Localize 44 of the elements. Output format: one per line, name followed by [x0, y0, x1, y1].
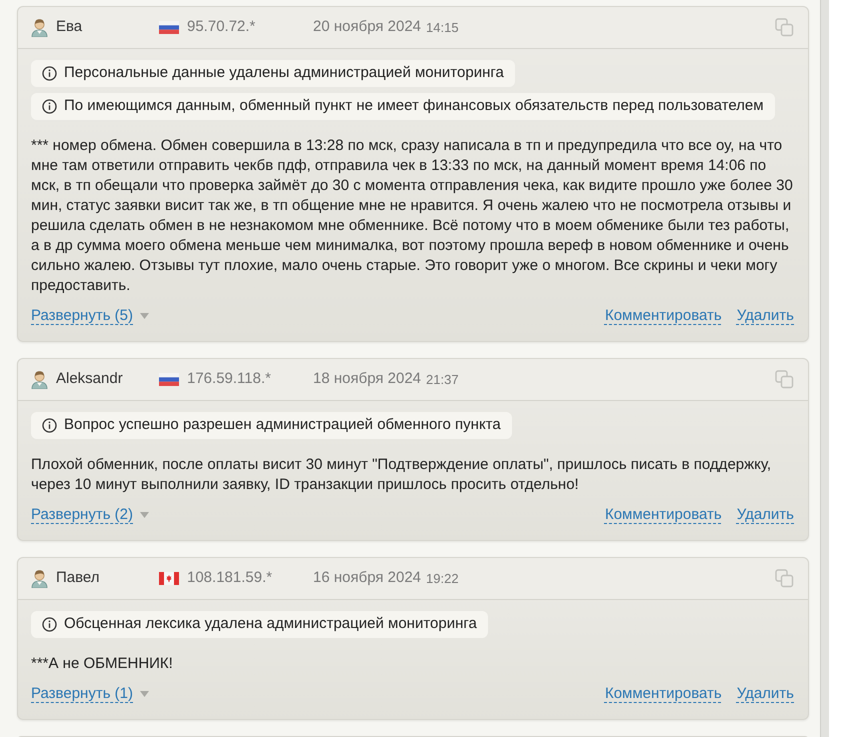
info-icon: [42, 617, 57, 632]
ip-address: 176.59.118.*: [187, 369, 271, 390]
ip-address: 108.181.59.*: [187, 568, 272, 588]
info-icon: [42, 418, 57, 433]
flag-icon: [159, 373, 179, 386]
action-link[interactable]: Удалить: [736, 684, 794, 704]
copy-icon[interactable]: [775, 18, 794, 37]
user-avatar-icon: [31, 370, 48, 389]
review-date: 18 ноября 2024: [313, 369, 422, 390]
notice-text: Персональные данные удалены администрацией мониторинга: [64, 63, 504, 84]
author-name: Ева: [56, 17, 82, 38]
review-text: Плохой обменник, после оплаты висит 30 минут "Подтверждение оплаты", пришлось писать в поддержку, через 10 минут выполнили заявку, ID транзакции пришлось просить отдельно!: [31, 455, 772, 495]
flag-icon: [159, 21, 179, 34]
expand-link[interactable]: Развернуть (1): [31, 684, 134, 704]
expand-link[interactable]: Развернуть (2): [31, 505, 134, 525]
author-name: Павел: [56, 568, 100, 588]
action-link[interactable]: Комментировать: [604, 306, 722, 326]
review-date: 16 ноября 2024: [313, 568, 422, 588]
action-link[interactable]: Комментировать: [604, 505, 722, 525]
caret-icon[interactable]: [140, 512, 150, 518]
caret-icon[interactable]: [140, 313, 150, 319]
flag-icon: [159, 572, 179, 585]
notice-text: По имеющимся данным, обменный пункт не имеет финансовых обязательств перед пользователем: [64, 96, 764, 116]
user-avatar-icon: [31, 569, 48, 588]
review-time: 21:37: [426, 370, 459, 389]
review-text: *** номер обмена. Обмен совершила в 13:28 по мск, сразу написала в тп и предупредила что все оу, на что мне там ответили отправить чекбв пдф, отправила чек в 13:33 по мск, на данный момент время 14:06 по мск, в тп обещали что проверка займёт до 30 с момента отправления чека, как видите прошло уже более 30 мин, статус заявки висит так же, в тп общение мне не нравится. Я очень жалею что не посмотрела отзывы и решила сделать обмен в не незнакомом мне обменнике. Всё потому что в моем обменике были тез работы, а в др сумма моего обмена меньше чем минималка, вот поэтому прошла вереф в новом обменнике и очень сильно жалею. Отзывы тут плохие, мало очень старые. Это говорит уже о многом. Все скрины и чеки могу предоставить.: [31, 136, 794, 296]
review-time: 19:22: [426, 570, 459, 588]
action-link[interactable]: Комментировать: [604, 684, 722, 704]
action-link[interactable]: Удалить: [736, 306, 794, 326]
notice-text: Обсценная лексика удалена администрацией мониторинга: [64, 614, 477, 634]
action-link[interactable]: Удалить: [736, 505, 794, 525]
copy-icon[interactable]: [775, 370, 794, 389]
ip-address: 95.70.72.*: [187, 17, 256, 38]
expand-link[interactable]: Развернуть (5): [31, 306, 134, 326]
caret-icon[interactable]: [140, 691, 150, 697]
info-icon: [42, 66, 57, 81]
copy-icon[interactable]: [775, 569, 794, 588]
notice-text: Вопрос успешно разрешен администрацией обменного пункта: [64, 415, 501, 436]
review-date: 20 ноября 2024: [313, 17, 422, 38]
review-text: ***А не ОБМЕННИК!: [31, 654, 174, 674]
review-time: 14:15: [426, 18, 459, 37]
info-icon: [42, 99, 57, 114]
author-name: Aleksandr: [56, 369, 123, 390]
user-avatar-icon: [31, 18, 48, 37]
